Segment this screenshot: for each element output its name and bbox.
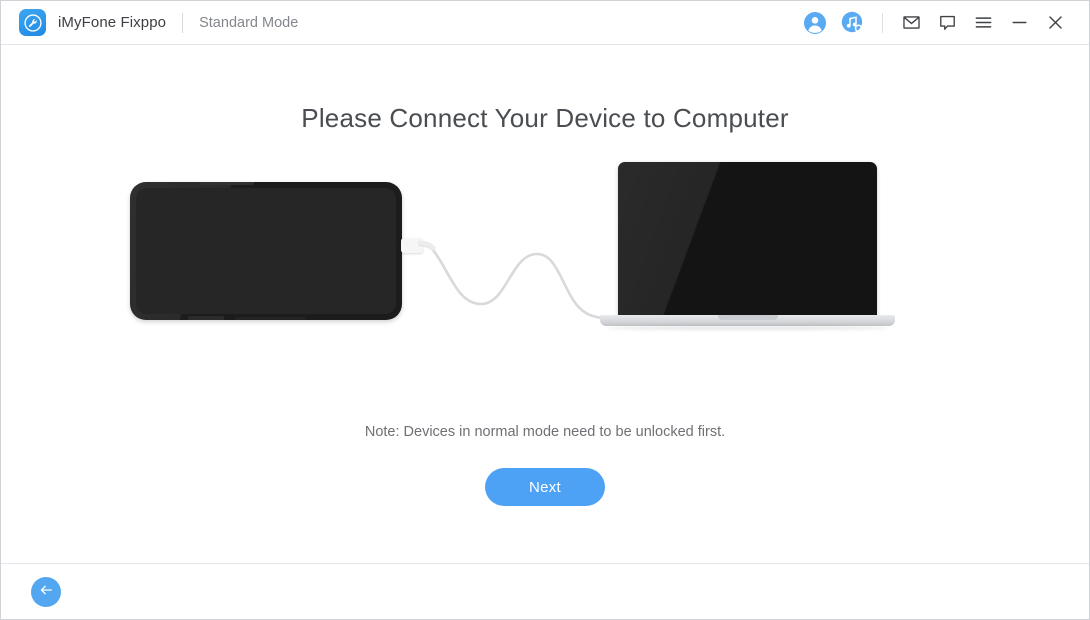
next-button-row: Next bbox=[1, 440, 1089, 506]
smartphone-graphic bbox=[130, 182, 402, 320]
connect-device-illustration bbox=[115, 162, 975, 392]
account-icon[interactable] bbox=[796, 5, 834, 41]
mode-label: Standard Mode bbox=[199, 14, 299, 31]
laptop-graphic bbox=[600, 162, 895, 342]
toolbar-separator bbox=[882, 12, 883, 33]
main-content: Please Connect Your Device to Computer N… bbox=[1, 45, 1089, 564]
laptop-shadow bbox=[606, 326, 889, 330]
note-text: Note: Devices in normal mode need to be … bbox=[364, 424, 726, 440]
smartphone-side-button-2 bbox=[188, 316, 224, 320]
laptop-screen bbox=[618, 162, 877, 317]
mail-icon[interactable] bbox=[893, 5, 929, 41]
minimize-icon[interactable] bbox=[1001, 5, 1037, 41]
next-button[interactable]: Next bbox=[485, 468, 605, 506]
smartphone-screen bbox=[136, 188, 396, 314]
music-search-icon[interactable] bbox=[834, 5, 872, 41]
titlebar: iMyFone Fixppo Standard Mode bbox=[1, 1, 1089, 45]
page-title: Please Connect Your Device to Computer bbox=[301, 103, 789, 133]
laptop-trackpad-notch bbox=[718, 315, 778, 320]
wrench-circle-icon bbox=[19, 9, 46, 36]
brand: iMyFone Fixppo Standard Mode bbox=[1, 9, 298, 36]
menu-icon[interactable] bbox=[965, 5, 1001, 41]
brand-name: iMyFone Fixppo bbox=[58, 14, 167, 31]
app-window: iMyFone Fixppo Standard Mode Please Conn… bbox=[0, 0, 1090, 620]
titlebar-controls bbox=[796, 5, 1089, 41]
smartphone-side-button-3 bbox=[235, 317, 305, 320]
smartphone-top-button bbox=[198, 182, 254, 185]
smartphone-side-button-1 bbox=[158, 316, 180, 320]
close-icon[interactable] bbox=[1037, 5, 1073, 41]
footer bbox=[1, 563, 1089, 619]
brand-divider bbox=[182, 12, 184, 33]
arrow-left-icon bbox=[37, 581, 55, 602]
back-button[interactable] bbox=[31, 576, 61, 607]
feedback-icon[interactable] bbox=[929, 5, 965, 41]
